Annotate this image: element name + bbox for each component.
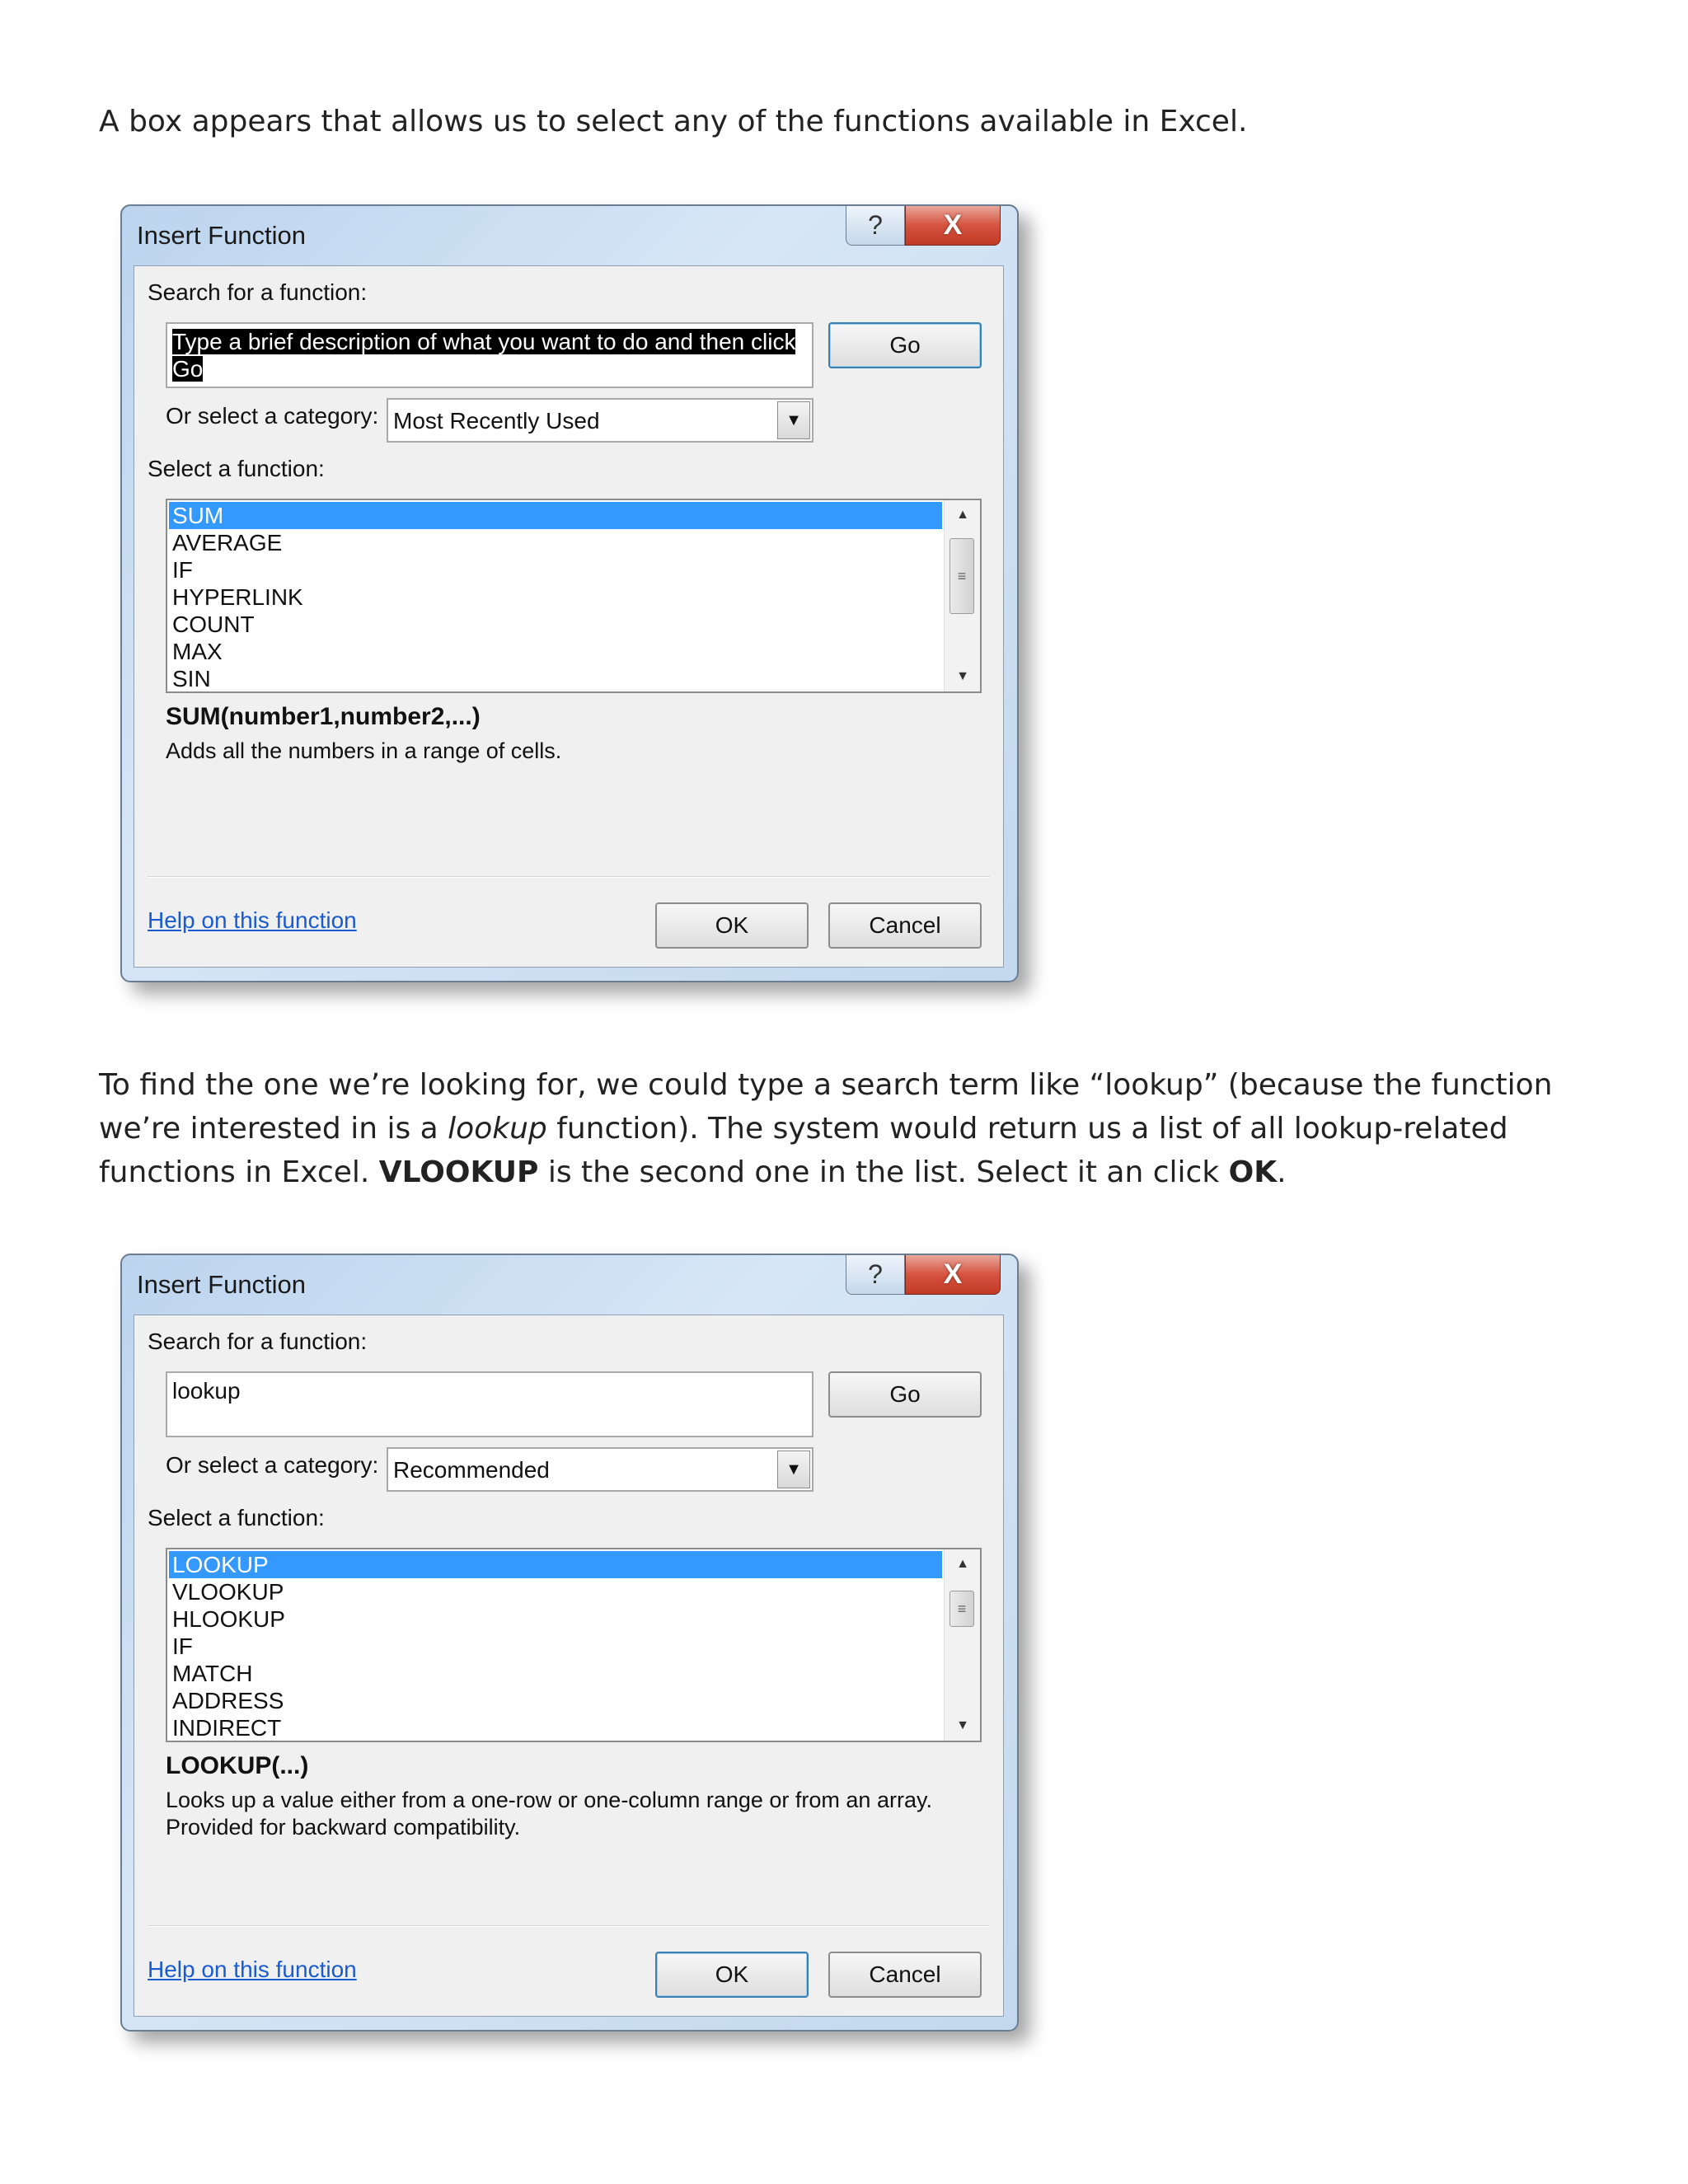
help-on-function-link[interactable]: Help on this function [148, 1957, 357, 1983]
category-value: Recommended [393, 1457, 550, 1483]
list-item[interactable]: IF [169, 556, 942, 583]
help-icon[interactable]: ? [846, 206, 905, 246]
function-description: Looks up a value either from a one-row o… [166, 1788, 932, 1840]
explanation-text-4: . [1277, 1155, 1287, 1189]
scroll-down-icon[interactable]: ▼ [945, 662, 980, 691]
cancel-button[interactable]: Cancel [828, 902, 982, 949]
category-label: Or select a category: [166, 403, 379, 429]
help-icon[interactable]: ? [846, 1255, 905, 1295]
list-item[interactable]: MATCH [169, 1660, 942, 1687]
scroll-thumb[interactable]: ≡ [950, 1591, 974, 1627]
list-item[interactable]: SUM [169, 502, 942, 529]
explanation-bold-ok: OK [1228, 1155, 1278, 1189]
insert-function-dialog-2: Insert Function ? X Search for a functio… [120, 1254, 1019, 2032]
intro-paragraph: A box appears that allows us to select a… [99, 100, 1607, 143]
scroll-thumb[interactable]: ≡ [950, 538, 974, 614]
ok-button[interactable]: OK [655, 902, 809, 949]
search-label: Search for a function: [148, 1329, 368, 1354]
search-input-text-line1: Type a brief description of what you wan… [172, 329, 796, 354]
close-icon[interactable]: X [905, 206, 1001, 246]
intro-text: A box appears that allows us to select a… [99, 105, 1248, 138]
category-value: Most Recently Used [393, 408, 600, 434]
list-scrollbar[interactable]: ▲ ≡ ▼ [944, 1549, 980, 1741]
explanation-bold-vlookup: VLOOKUP [378, 1155, 539, 1189]
list-item[interactable]: HYPERLINK [169, 583, 942, 611]
list-item[interactable]: MAX [169, 638, 942, 665]
list-item[interactable]: LOOKUP [169, 1551, 942, 1578]
help-on-function-link[interactable]: Help on this function [148, 907, 357, 934]
scroll-up-icon[interactable]: ▲ [945, 500, 980, 530]
list-item[interactable]: IF [169, 1633, 942, 1660]
dialog-body: Search for a function: Type a brief desc… [134, 265, 1004, 968]
divider [148, 876, 990, 878]
select-function-label: Select a function: [148, 1505, 325, 1530]
list-scrollbar[interactable]: ▲ ≡ ▼ [944, 500, 980, 691]
search-input[interactable]: Type a brief description of what you wan… [166, 322, 814, 388]
explanation-text-3: is the second one in the list. Select it… [538, 1155, 1229, 1189]
dialog-title: Insert Function [137, 221, 307, 250]
function-list[interactable]: SUM AVERAGE IF HYPERLINK COUNT MAX SIN ▲… [166, 499, 982, 693]
function-description: Adds all the numbers in a range of cells… [166, 738, 562, 763]
go-button[interactable]: Go [828, 1371, 982, 1418]
cancel-button[interactable]: Cancel [828, 1952, 982, 1998]
scroll-up-icon[interactable]: ▲ [945, 1549, 980, 1579]
search-input[interactable]: lookup [166, 1371, 814, 1437]
search-input-text: lookup [172, 1378, 241, 1404]
search-label: Search for a function: [148, 279, 368, 305]
dialog-title: Insert Function [137, 1270, 307, 1299]
list-item[interactable]: AVERAGE [169, 529, 942, 556]
insert-function-dialog-1: Insert Function ? X Search for a functio… [120, 204, 1019, 982]
category-label: Or select a category: [166, 1452, 379, 1478]
list-item[interactable]: VLOOKUP [169, 1578, 942, 1605]
list-item[interactable]: ADDRESS [169, 1687, 942, 1714]
search-input-text-line2: Go [172, 356, 204, 382]
function-list[interactable]: LOOKUP VLOOKUP HLOOKUP IF MATCH ADDRESS … [166, 1548, 982, 1742]
category-select[interactable]: Most Recently Used ▼ [387, 398, 814, 443]
explanation-italic: lookup [448, 1112, 547, 1146]
category-select[interactable]: Recommended ▼ [387, 1447, 814, 1492]
close-icon[interactable]: X [905, 1255, 1001, 1295]
list-item[interactable]: COUNT [169, 611, 942, 638]
go-button[interactable]: Go [828, 322, 982, 368]
function-signature: LOOKUP(...) [166, 1752, 309, 1779]
list-item[interactable]: HLOOKUP [169, 1605, 942, 1633]
select-function-label: Select a function: [148, 456, 325, 481]
scroll-down-icon[interactable]: ▼ [945, 1711, 980, 1741]
chevron-down-icon[interactable]: ▼ [777, 1451, 810, 1488]
list-item[interactable]: SIN [169, 665, 942, 691]
dialog-body: Search for a function: lookup Go Or sele… [134, 1315, 1004, 2017]
divider [148, 1925, 990, 1927]
function-signature: SUM(number1,number2,...) [166, 703, 481, 730]
chevron-down-icon[interactable]: ▼ [777, 401, 810, 439]
explanation-paragraph: To find the one we’re looking for, we co… [99, 1063, 1607, 1194]
list-item[interactable]: INDIRECT [169, 1714, 942, 1741]
ok-button[interactable]: OK [655, 1952, 809, 1998]
